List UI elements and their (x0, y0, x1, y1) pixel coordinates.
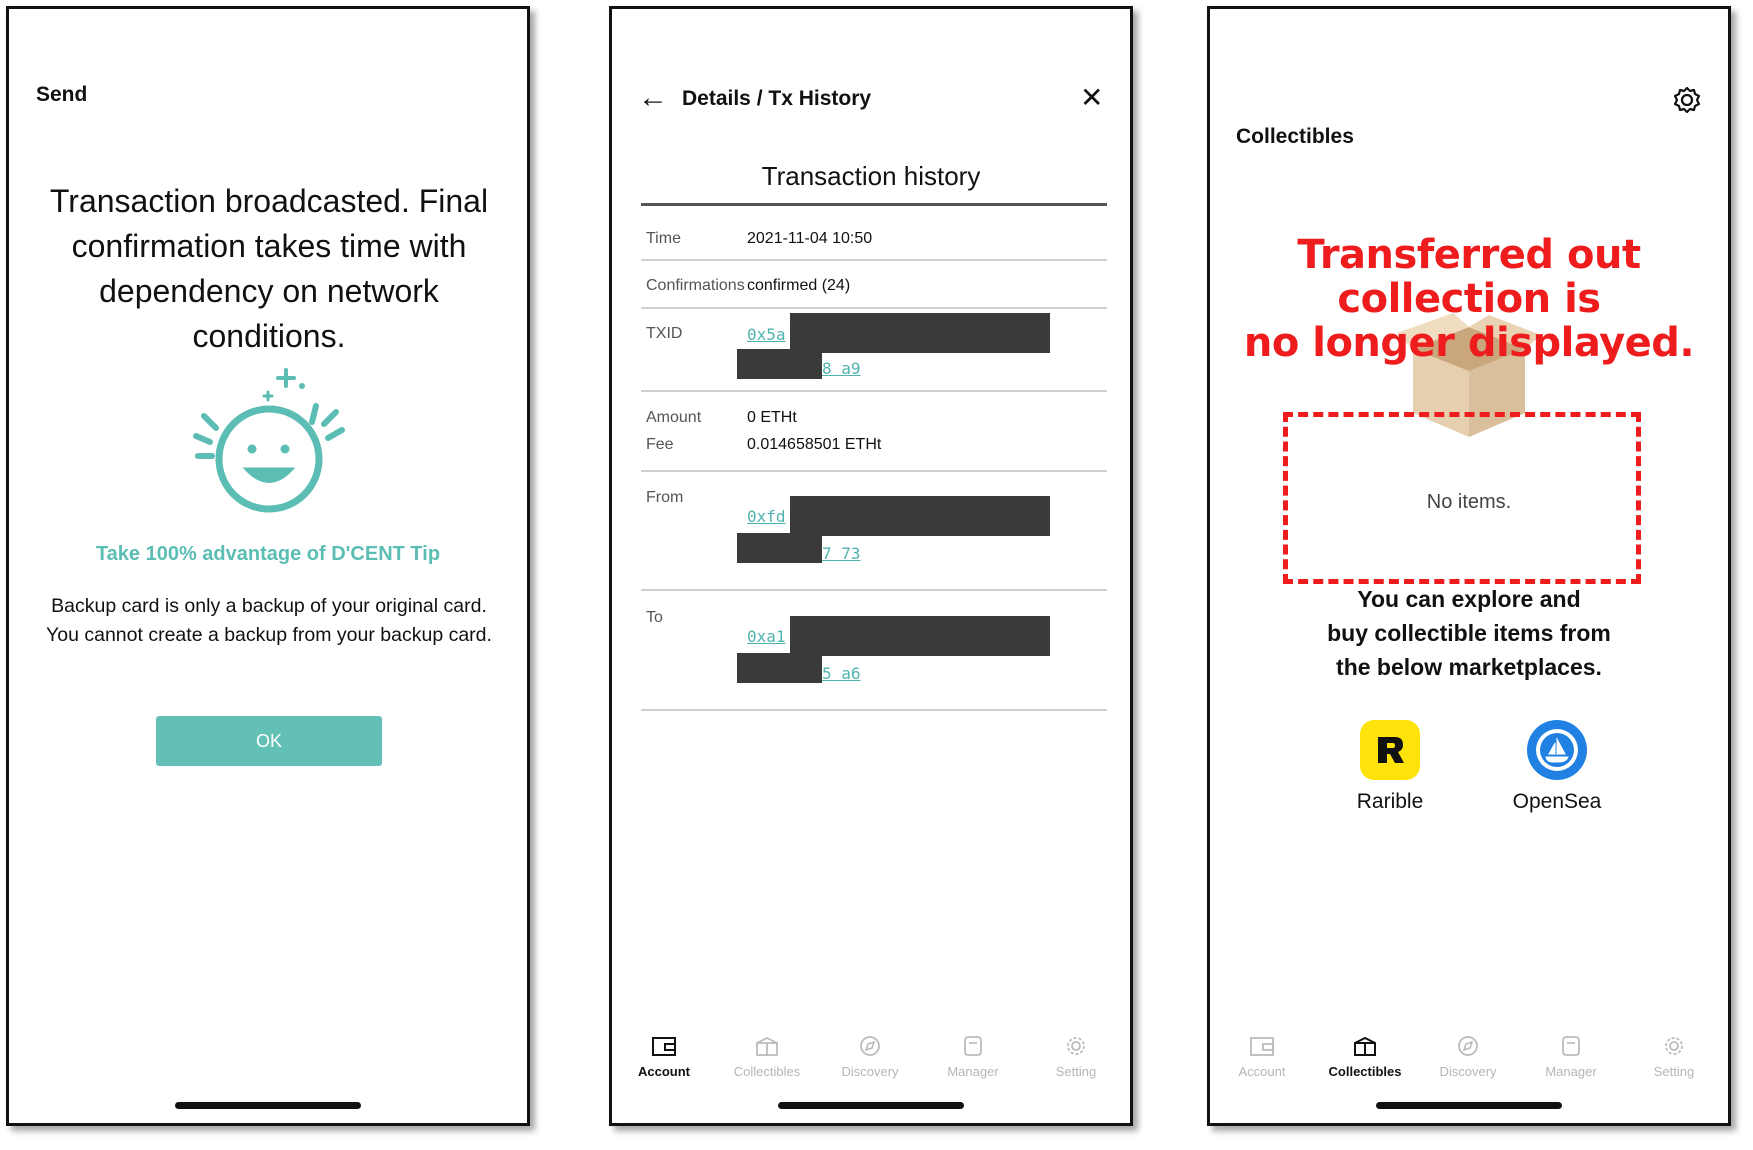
tab-discovery[interactable]: Discovery (818, 1034, 922, 1079)
row-divider (641, 589, 1107, 591)
tab-collectibles[interactable]: Collectibles (715, 1034, 819, 1079)
screen-title: Details / Tx History (682, 87, 872, 110)
time-label: Time (646, 230, 681, 247)
row-divider (641, 709, 1107, 711)
tab-label: Account (638, 1064, 690, 1079)
backup-info-line-2: You cannot create a backup from your bac… (46, 624, 492, 646)
send-screen: Send Transaction broadcasted. Final conf… (6, 6, 530, 1126)
annotation-line-2: no longer displayed. (1243, 320, 1695, 366)
tab-setting[interactable]: Setting (1024, 1034, 1128, 1079)
bottom-tab-bar: Account Collectibles Discovery Manager S… (1210, 1034, 1728, 1094)
tab-label: Collectibles (733, 1064, 801, 1079)
tip-link[interactable]: Take 100% advantage of D'CENT Tip (9, 543, 527, 566)
row-divider (641, 307, 1107, 309)
home-indicator[interactable] (1376, 1102, 1562, 1109)
tab-discovery[interactable]: Discovery (1416, 1034, 1520, 1079)
amount-value: 0 ETHt (747, 409, 797, 426)
tab-collectibles[interactable]: Collectibles (1313, 1034, 1417, 1079)
from-label: From (646, 489, 684, 506)
gear-icon (1665, 1037, 1683, 1055)
time-value: 2021-11-04 10:50 (747, 230, 873, 247)
tab-label: Setting (1653, 1064, 1695, 1079)
tab-account[interactable]: Account (612, 1034, 716, 1079)
redaction-block (790, 496, 1050, 536)
confirmations-label: Confirmations (646, 277, 745, 294)
close-icon[interactable]: ✕ (1080, 83, 1103, 113)
from-link-start[interactable]: 0xfd (747, 507, 786, 526)
txid-link-start[interactable]: 0x5a (747, 325, 786, 344)
tab-setting[interactable]: Setting (1622, 1034, 1726, 1079)
tab-label: Manager (1545, 1064, 1597, 1079)
row-divider (641, 470, 1107, 472)
wallet-icon (1250, 1037, 1274, 1056)
wallet-icon (652, 1037, 676, 1056)
box-icon (1354, 1036, 1376, 1056)
to-link-start[interactable]: 0xa1 (747, 627, 786, 646)
annotation-line-1: Transferred out collection is (1297, 232, 1641, 322)
gear-icon (1067, 1037, 1085, 1055)
tab-manager[interactable]: Manager (1519, 1034, 1623, 1079)
screen-title: Send (36, 83, 88, 106)
tab-label: Setting (1055, 1064, 1097, 1079)
to-label: To (646, 609, 663, 626)
home-indicator[interactable] (175, 1102, 361, 1109)
smiley-icon (193, 368, 345, 513)
explore-line-2: buy collectible items from (1327, 620, 1611, 646)
tab-label: Discovery (1439, 1064, 1497, 1079)
bottom-tab-bar: Account Collectibles Discovery Manager S… (612, 1034, 1130, 1094)
explore-line-1: You can explore and (1357, 586, 1581, 612)
gear-icon[interactable] (1672, 85, 1702, 115)
fee-label: Fee (646, 436, 674, 453)
tx-history-screen: ← Details / Tx History ✕ Transaction his… (609, 6, 1133, 1126)
backup-info-line-1: Backup card is only a backup of your ori… (51, 595, 487, 617)
empty-state-text: No items. (1426, 491, 1512, 513)
row-divider (641, 390, 1107, 392)
tab-account[interactable]: Account (1210, 1034, 1314, 1079)
redaction-block (737, 349, 822, 379)
fee-value: 0.014658501 ETHt (747, 436, 882, 453)
tab-manager[interactable]: Manager (921, 1034, 1025, 1079)
box-icon (756, 1036, 778, 1056)
explore-line-3: the below marketplaces. (1336, 654, 1602, 680)
confirmations-value: confirmed (24) (747, 277, 851, 294)
row-divider (641, 259, 1107, 261)
amount-label: Amount (646, 409, 702, 426)
collectibles-screen: Collectibles Transferred out collection … (1207, 6, 1731, 1126)
manager-icon (964, 1036, 982, 1056)
explore-text: You can explore and buy collectible item… (1210, 582, 1728, 684)
txid-link-end[interactable]: 8 a9 (822, 359, 861, 378)
annotation-text: Transferred out collection is no longer … (1210, 233, 1728, 365)
redaction-block (790, 616, 1050, 656)
screen-title: Collectibles (1236, 125, 1354, 148)
from-link-end[interactable]: 7 73 (822, 544, 861, 563)
compass-icon (860, 1036, 880, 1056)
backup-info: Backup card is only a backup of your ori… (29, 592, 509, 650)
back-arrow-icon[interactable]: ← (638, 83, 668, 113)
home-indicator[interactable] (778, 1102, 964, 1109)
broadcast-message: Transaction broadcasted. Final confirmat… (49, 183, 489, 354)
tab-label: Account (1238, 1064, 1286, 1079)
redaction-block (737, 653, 822, 683)
heading-divider (641, 203, 1107, 206)
market-label: OpenSea (1512, 790, 1602, 813)
rarible-logo-icon (1360, 720, 1420, 780)
redaction-block (790, 313, 1050, 353)
manager-icon (1562, 1036, 1580, 1056)
compass-icon (1458, 1036, 1478, 1056)
txid-label: TXID (646, 325, 683, 342)
tab-label: Manager (947, 1064, 999, 1079)
rarible-link[interactable]: Rarible (1330, 720, 1450, 814)
to-link-end[interactable]: 5 a6 (822, 664, 861, 683)
ok-button[interactable]: OK (156, 716, 382, 766)
tab-label: Discovery (841, 1064, 899, 1079)
market-label: Rarible (1356, 790, 1424, 813)
tab-label: Collectibles (1328, 1064, 1402, 1079)
opensea-link[interactable]: OpenSea (1497, 720, 1617, 814)
section-heading: Transaction history (761, 161, 981, 191)
opensea-logo-icon (1527, 720, 1587, 780)
redaction-block (737, 533, 822, 563)
